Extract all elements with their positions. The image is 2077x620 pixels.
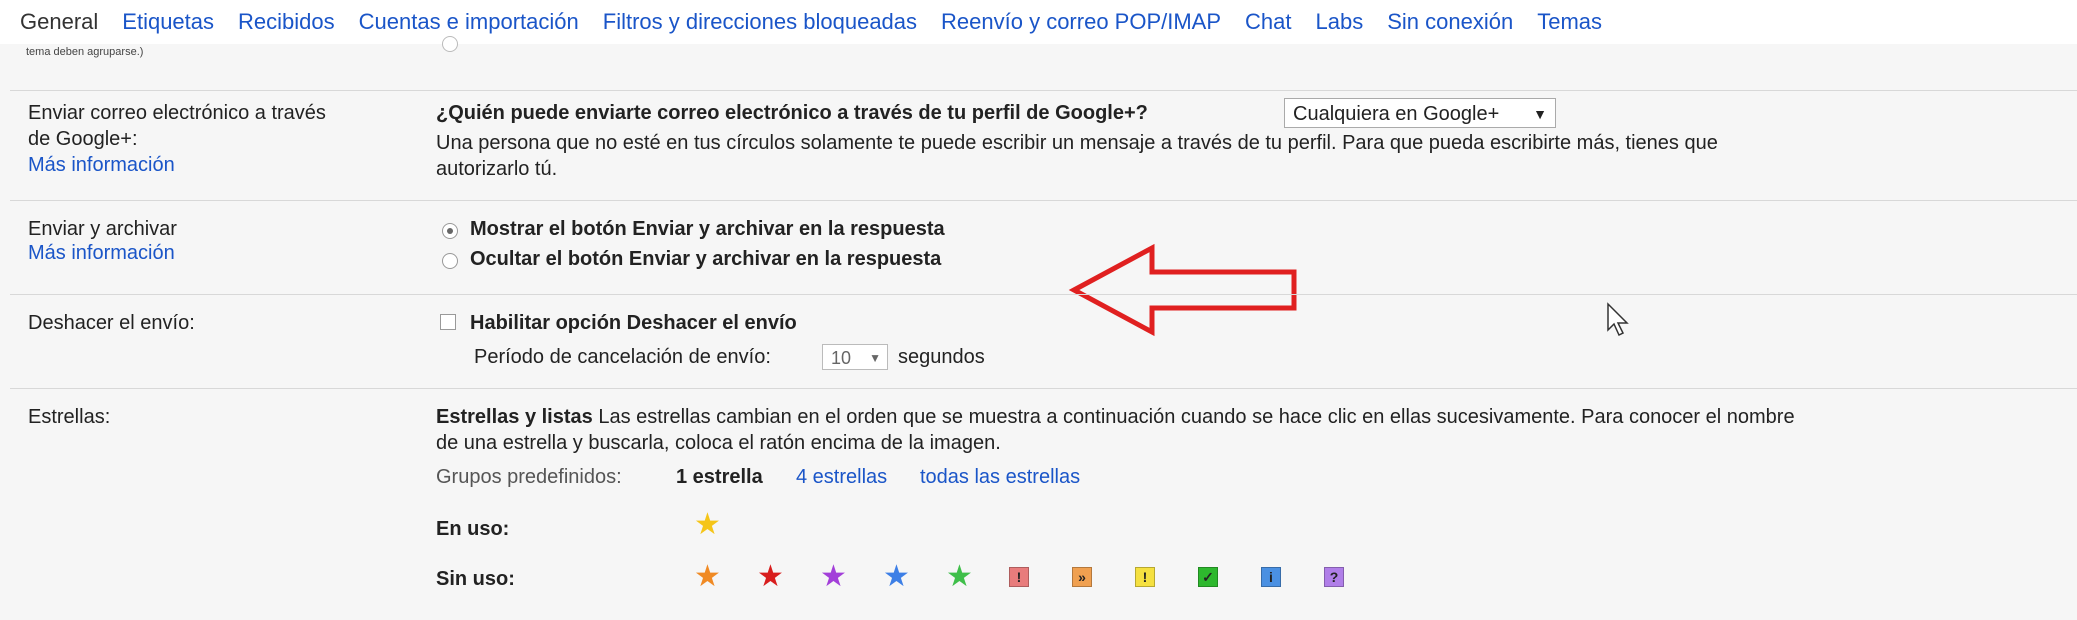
yellow-star-icon[interactable]: ★ bbox=[694, 510, 721, 540]
radio-selected-dot bbox=[447, 228, 453, 234]
undo-send-label: Deshacer el envío: bbox=[28, 312, 195, 334]
undo-period-value: 10 bbox=[831, 348, 852, 368]
mouse-cursor-icon bbox=[1607, 302, 1629, 337]
google-plus-question: ¿Quién puede enviarte correo electrónico… bbox=[436, 102, 1148, 124]
undo-period-label: Período de cancelación de envío: bbox=[474, 346, 771, 368]
undo-send-checkbox-label: Habilitar opción Deshacer el envío bbox=[470, 312, 797, 334]
tab-themes[interactable]: Temas bbox=[1537, 9, 1602, 35]
red-arrow-annotation bbox=[1068, 243, 1297, 337]
google-plus-label: Enviar correo electrónico a través bbox=[28, 102, 326, 124]
tab-labs[interactable]: Labs bbox=[1316, 9, 1364, 35]
tab-chat[interactable]: Chat bbox=[1245, 9, 1291, 35]
cut-off-text: tema deben agruparse.) bbox=[26, 46, 144, 58]
undo-send-checkbox[interactable] bbox=[440, 314, 456, 330]
settings-tabs: General Etiquetas Recibidos Cuentas e im… bbox=[0, 0, 2077, 44]
preset-four-stars-link[interactable]: 4 estrellas bbox=[796, 464, 887, 490]
stars-desc: Estrellas y listas Las estrellas cambian… bbox=[436, 404, 1795, 430]
in-use-label: En uso: bbox=[436, 518, 510, 540]
hide-send-archive-radio[interactable] bbox=[442, 253, 458, 269]
google-plus-desc: Una persona que no esté en tus círculos … bbox=[436, 132, 1718, 154]
tab-filters-blocked[interactable]: Filtros y direcciones bloqueadas bbox=[603, 9, 917, 35]
google-plus-select[interactable]: Cualquiera en Google+ ▼ bbox=[1284, 98, 1556, 128]
row-divider bbox=[10, 388, 2077, 389]
purple-star-icon[interactable]: ★ bbox=[820, 562, 847, 592]
google-plus-more-link[interactable]: Más información bbox=[28, 154, 175, 177]
stars-heading: Estrellas y listas bbox=[436, 406, 593, 428]
settings-panel: tema deben agruparse.) Enviar correo ele… bbox=[0, 36, 2077, 620]
dropdown-arrow-icon: ▼ bbox=[869, 351, 881, 365]
tab-offline[interactable]: Sin conexión bbox=[1387, 9, 1513, 35]
stars-desc-2: de una estrella y buscarla, coloca el ra… bbox=[436, 432, 1001, 454]
yellow-bang-icon[interactable]: ! bbox=[1135, 567, 1155, 587]
blue-star-icon[interactable]: ★ bbox=[883, 562, 910, 592]
row-divider bbox=[10, 200, 2077, 201]
stars-desc-text: Las estrellas cambian en el orden que se… bbox=[598, 406, 1795, 428]
show-send-archive-label: Mostrar el botón Enviar y archivar en la… bbox=[470, 218, 945, 240]
google-plus-label-2: de Google+: bbox=[28, 128, 138, 150]
red-bang-icon[interactable]: ! bbox=[1009, 567, 1029, 587]
send-archive-more-link[interactable]: Más información bbox=[28, 242, 175, 265]
hide-send-archive-label: Ocultar el botón Enviar y archivar en la… bbox=[470, 248, 942, 270]
green-check-icon[interactable]: ✓ bbox=[1198, 567, 1218, 587]
presets-label: Grupos predefinidos: bbox=[436, 466, 622, 488]
row-divider bbox=[10, 90, 2077, 91]
undo-period-unit: segundos bbox=[898, 346, 985, 368]
blue-info-icon[interactable]: i bbox=[1261, 567, 1281, 587]
preset-one-star[interactable]: 1 estrella bbox=[676, 464, 763, 490]
green-star-icon[interactable]: ★ bbox=[946, 562, 973, 592]
stars-label: Estrellas: bbox=[28, 406, 111, 428]
show-send-archive-radio[interactable] bbox=[442, 223, 458, 239]
tab-forwarding-pop-imap[interactable]: Reenvío y correo POP/IMAP bbox=[941, 9, 1221, 35]
google-plus-select-value: Cualquiera en Google+ bbox=[1293, 103, 1500, 125]
row-divider bbox=[10, 294, 2077, 295]
google-plus-desc-2: autorizarlo tú. bbox=[436, 158, 558, 180]
tab-labels[interactable]: Etiquetas bbox=[122, 9, 214, 35]
unused-label: Sin uso: bbox=[436, 568, 515, 590]
purple-question-icon[interactable]: ? bbox=[1324, 567, 1344, 587]
cut-off-radio[interactable] bbox=[442, 36, 458, 52]
undo-period-select[interactable]: 10 ▼ bbox=[822, 344, 888, 370]
dropdown-arrow-icon: ▼ bbox=[1533, 106, 1547, 122]
tab-accounts-import[interactable]: Cuentas e importación bbox=[359, 9, 579, 35]
orange-star-icon[interactable]: ★ bbox=[694, 562, 721, 592]
red-star-icon[interactable]: ★ bbox=[757, 562, 784, 592]
preset-all-stars-link[interactable]: todas las estrellas bbox=[920, 464, 1080, 490]
tab-general[interactable]: General bbox=[20, 9, 98, 35]
orange-guillemet-icon[interactable]: » bbox=[1072, 567, 1092, 587]
tab-inbox[interactable]: Recibidos bbox=[238, 9, 335, 35]
send-archive-label: Enviar y archivar bbox=[28, 218, 177, 240]
